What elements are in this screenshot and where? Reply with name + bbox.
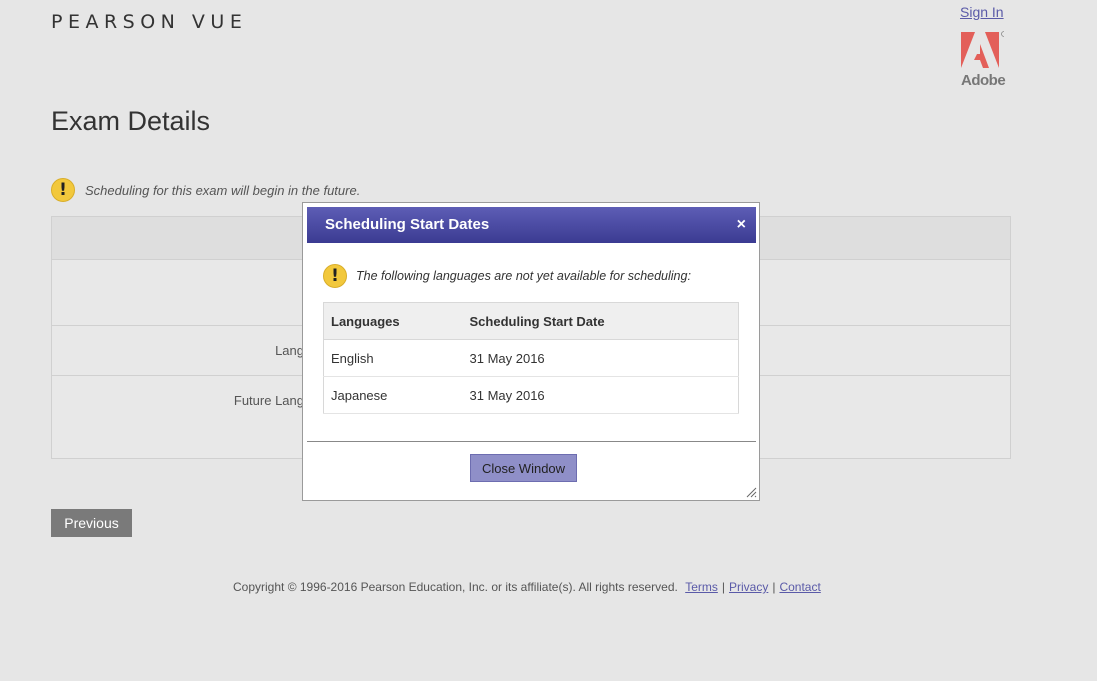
close-window-button[interactable]: Close Window [470, 454, 577, 482]
language-cell: Japanese [323, 376, 470, 414]
pearson-vue-logo: PEARSON VUE [51, 11, 248, 33]
dialog-title: Scheduling Start Dates [325, 216, 490, 233]
dialog-notice-text: The following languages are not yet avai… [356, 269, 691, 283]
column-header-start-date: Scheduling Start Date [469, 302, 739, 340]
copyright-text: Copyright © 1996-2016 Pearson Education,… [233, 580, 678, 594]
footer-separator: | [721, 580, 725, 594]
scheduling-notice: ! Scheduling for this exam will begin in… [51, 178, 360, 202]
scheduling-start-dates-dialog: Scheduling Start Dates × ! The following… [302, 202, 760, 501]
column-header-languages: Languages [323, 302, 470, 340]
language-cell: English [323, 339, 470, 377]
footer-separator: | [772, 580, 776, 594]
privacy-link[interactable]: Privacy [729, 580, 768, 594]
table-header-row: Languages Scheduling Start Date [323, 302, 739, 340]
table-row: English 31 May 2016 [323, 339, 739, 377]
row-label: Future Lang [233, 393, 304, 408]
close-icon[interactable]: × [737, 207, 746, 243]
contact-link[interactable]: Contact [779, 580, 820, 594]
exclamation-icon: ! [51, 178, 75, 202]
date-cell: 31 May 2016 [469, 339, 739, 377]
sign-in-link[interactable]: Sign In [960, 4, 1004, 20]
page-title: Exam Details [51, 106, 211, 136]
adobe-logo: Adobe [958, 30, 1010, 90]
dialog-title-bar[interactable]: Scheduling Start Dates × [307, 207, 756, 243]
languages-table: Languages Scheduling Start Date English … [323, 302, 739, 414]
adobe-logo-icon [961, 31, 1004, 68]
dialog-divider [307, 441, 756, 442]
date-cell: 31 May 2016 [469, 376, 739, 414]
terms-link[interactable]: Terms [685, 580, 718, 594]
dialog-notice: ! The following languages are not yet av… [323, 264, 691, 288]
notice-text: Scheduling for this exam will begin in t… [85, 182, 361, 198]
previous-button[interactable]: Previous [51, 509, 132, 537]
exclamation-icon: ! [323, 264, 347, 288]
table-row: Japanese 31 May 2016 [323, 376, 739, 414]
row-label: Lang [275, 343, 304, 358]
adobe-label: Adobe [961, 72, 1006, 89]
resize-handle-icon[interactable] [745, 486, 757, 498]
footer: Copyright © 1996-2016 Pearson Education,… [233, 580, 821, 594]
